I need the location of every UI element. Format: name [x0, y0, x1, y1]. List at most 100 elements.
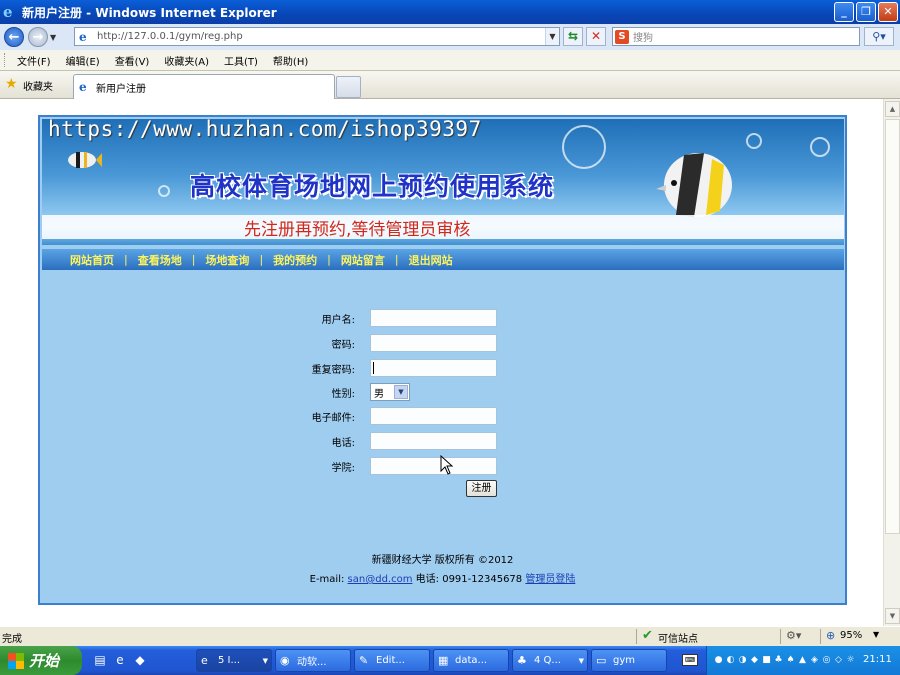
zoom-dropdown-icon[interactable]: ▼: [873, 630, 879, 639]
media-icon[interactable]: ◆: [132, 652, 148, 668]
show-desktop-icon[interactable]: ▤: [92, 652, 108, 668]
nav-messages[interactable]: 网站留言: [341, 252, 385, 268]
back-button[interactable]: ←: [4, 27, 24, 47]
menu-view[interactable]: 查看(V): [115, 53, 150, 68]
tray-app-icon[interactable]: ◈: [809, 653, 820, 667]
new-tab-button[interactable]: [336, 76, 361, 98]
close-button[interactable]: ✕: [878, 2, 898, 22]
chevron-down-icon[interactable]: ▼: [394, 385, 408, 399]
bubble-decoration: [158, 185, 170, 197]
footer-email-link[interactable]: san@dd.com: [348, 574, 413, 585]
tab-label: 新用户注册: [96, 83, 146, 95]
taskbar: 开始 ▤ e ◆ e 5 I... ▼ ◉ 动软... ✎ Edit... ▦ …: [0, 646, 900, 675]
confirm-password-input[interactable]: [370, 359, 497, 377]
nav-logout[interactable]: 退出网站: [409, 252, 453, 268]
search-button[interactable]: ⚲▾: [864, 27, 894, 46]
browser-window: e 新用户注册 - Windows Internet Explorer _ ❐ …: [0, 0, 900, 675]
site-footer: 新疆财经大学 版权所有 ©2012 E-mail: san@dd.com 电话:…: [40, 551, 845, 585]
menu-favorites[interactable]: 收藏夹(A): [164, 53, 209, 68]
menu-file[interactable]: 文件(F): [17, 53, 51, 68]
forward-button[interactable]: →: [28, 27, 48, 47]
tray-app-icon[interactable]: ♣: [773, 653, 784, 667]
tray-app-icon[interactable]: ◐: [725, 653, 736, 667]
security-zone[interactable]: 可信站点: [658, 630, 698, 645]
tray-app-icon[interactable]: ▲: [797, 653, 808, 667]
keyboard-icon[interactable]: ⌨: [682, 654, 698, 666]
username-input[interactable]: [370, 309, 497, 327]
form-row-email: 电子邮件:: [40, 407, 845, 425]
register-button[interactable]: 注册: [466, 480, 497, 497]
ie-quicklaunch-icon[interactable]: e: [112, 652, 128, 668]
form-row-username: 用户名:: [40, 309, 845, 327]
tray-app-icon[interactable]: ◑: [737, 653, 748, 667]
tray-app-icon[interactable]: ◆: [749, 653, 760, 667]
search-input[interactable]: S 搜狗: [612, 27, 860, 46]
footer-email-label: E-mail:: [309, 574, 345, 585]
mouse-cursor-icon: [440, 455, 454, 475]
taskbar-button[interactable]: e 5 I... ▼: [196, 649, 272, 672]
tray-app-icon[interactable]: ◎: [821, 653, 832, 667]
tray-app-icon[interactable]: ●: [713, 653, 724, 667]
tab-page-icon: e: [79, 80, 87, 94]
chevron-down-icon: ▼: [262, 656, 268, 665]
windows-logo-icon: [8, 652, 24, 669]
address-dropdown-icon[interactable]: ▼: [545, 28, 559, 45]
admin-login-link[interactable]: 管理员登陆: [525, 574, 575, 585]
nav-venue-search[interactable]: 场地查询: [205, 252, 249, 268]
scroll-down-icon[interactable]: ▼: [885, 608, 900, 624]
college-input[interactable]: [370, 457, 497, 475]
menu-tools[interactable]: 工具(T): [224, 53, 258, 68]
taskbar-button[interactable]: ♣ 4 Q... ▼: [512, 649, 588, 672]
nav-view-venues[interactable]: 查看场地: [138, 252, 182, 268]
history-dropdown-icon[interactable]: ▼: [50, 33, 60, 42]
zoom-icon[interactable]: ⊕: [826, 629, 835, 642]
favorites-button[interactable]: 收藏夹: [23, 78, 53, 93]
stop-button[interactable]: ✕: [586, 27, 606, 46]
gender-select[interactable]: 男 ▼: [370, 383, 410, 401]
vertical-scrollbar[interactable]: ▲ ▼: [883, 99, 900, 626]
maximize-button[interactable]: ❐: [856, 2, 876, 22]
form-row-password: 密码:: [40, 334, 845, 352]
zoom-level[interactable]: 95%: [840, 630, 862, 641]
status-text: 完成: [2, 634, 22, 645]
password-input[interactable]: [370, 334, 497, 352]
phone-label: 电话:: [331, 438, 355, 449]
form-row-phone: 电话:: [40, 432, 845, 450]
taskbar-button[interactable]: ◉ 动软...: [275, 649, 351, 672]
nav-my-bookings[interactable]: 我的预约: [273, 252, 317, 268]
address-url[interactable]: http://127.0.0.1/gym/reg.php: [97, 31, 243, 42]
tray-app-icon[interactable]: ☼: [845, 653, 856, 667]
tab-active[interactable]: e 新用户注册: [73, 74, 335, 99]
menu-edit[interactable]: 编辑(E): [66, 53, 100, 68]
refresh-button[interactable]: ⇆: [563, 27, 583, 46]
minimize-button[interactable]: _: [834, 2, 854, 22]
taskbar-button[interactable]: ▦ data...: [433, 649, 509, 672]
protected-mode-icon[interactable]: ⚙▾: [786, 629, 801, 642]
email-input[interactable]: [370, 407, 497, 425]
taskbar-clock[interactable]: 21:11: [863, 654, 892, 665]
system-tray: ● ◐ ◑ ◆ ■ ♣ ♠ ▲ ◈ ◎ ◇ ☼ 21:11: [706, 646, 900, 675]
nav-separator: |: [327, 253, 331, 266]
taskbar-button-label: gym: [613, 655, 636, 666]
taskbar-button-label: 动软...: [297, 657, 327, 668]
tray-app-icon[interactable]: ■: [761, 653, 772, 667]
scroll-up-icon[interactable]: ▲: [885, 101, 900, 117]
taskbar-button[interactable]: ▭ gym: [591, 649, 667, 672]
college-label: 学院:: [331, 463, 355, 474]
page-viewport: https://www.huzhan.com/ishop39397 高校体育场地…: [0, 99, 883, 626]
scrollbar-thumb[interactable]: [885, 119, 900, 534]
menu-bar: 文件(F) 编辑(E) 查看(V) 收藏夹(A) 工具(T) 帮助(H): [0, 50, 900, 71]
bubble-decoration: [562, 125, 606, 169]
address-field[interactable]: e http://127.0.0.1/gym/reg.php ▼: [74, 27, 560, 46]
menu-help[interactable]: 帮助(H): [273, 53, 308, 68]
favorites-star-icon[interactable]: ★: [5, 77, 18, 91]
start-button[interactable]: 开始: [0, 646, 82, 675]
form-row-gender: 性别: 男 ▼: [40, 383, 845, 401]
phone-input[interactable]: [370, 432, 497, 450]
footer-contact: E-mail: san@dd.com 电话: 0991-12345678 管理员…: [40, 570, 845, 585]
favorites-bar: ★ 收藏夹 e 新用户注册: [0, 71, 900, 99]
taskbar-button[interactable]: ✎ Edit...: [354, 649, 430, 672]
tray-app-icon[interactable]: ♠: [785, 653, 796, 667]
tray-app-icon[interactable]: ◇: [833, 653, 844, 667]
nav-home[interactable]: 网站首页: [70, 252, 114, 268]
